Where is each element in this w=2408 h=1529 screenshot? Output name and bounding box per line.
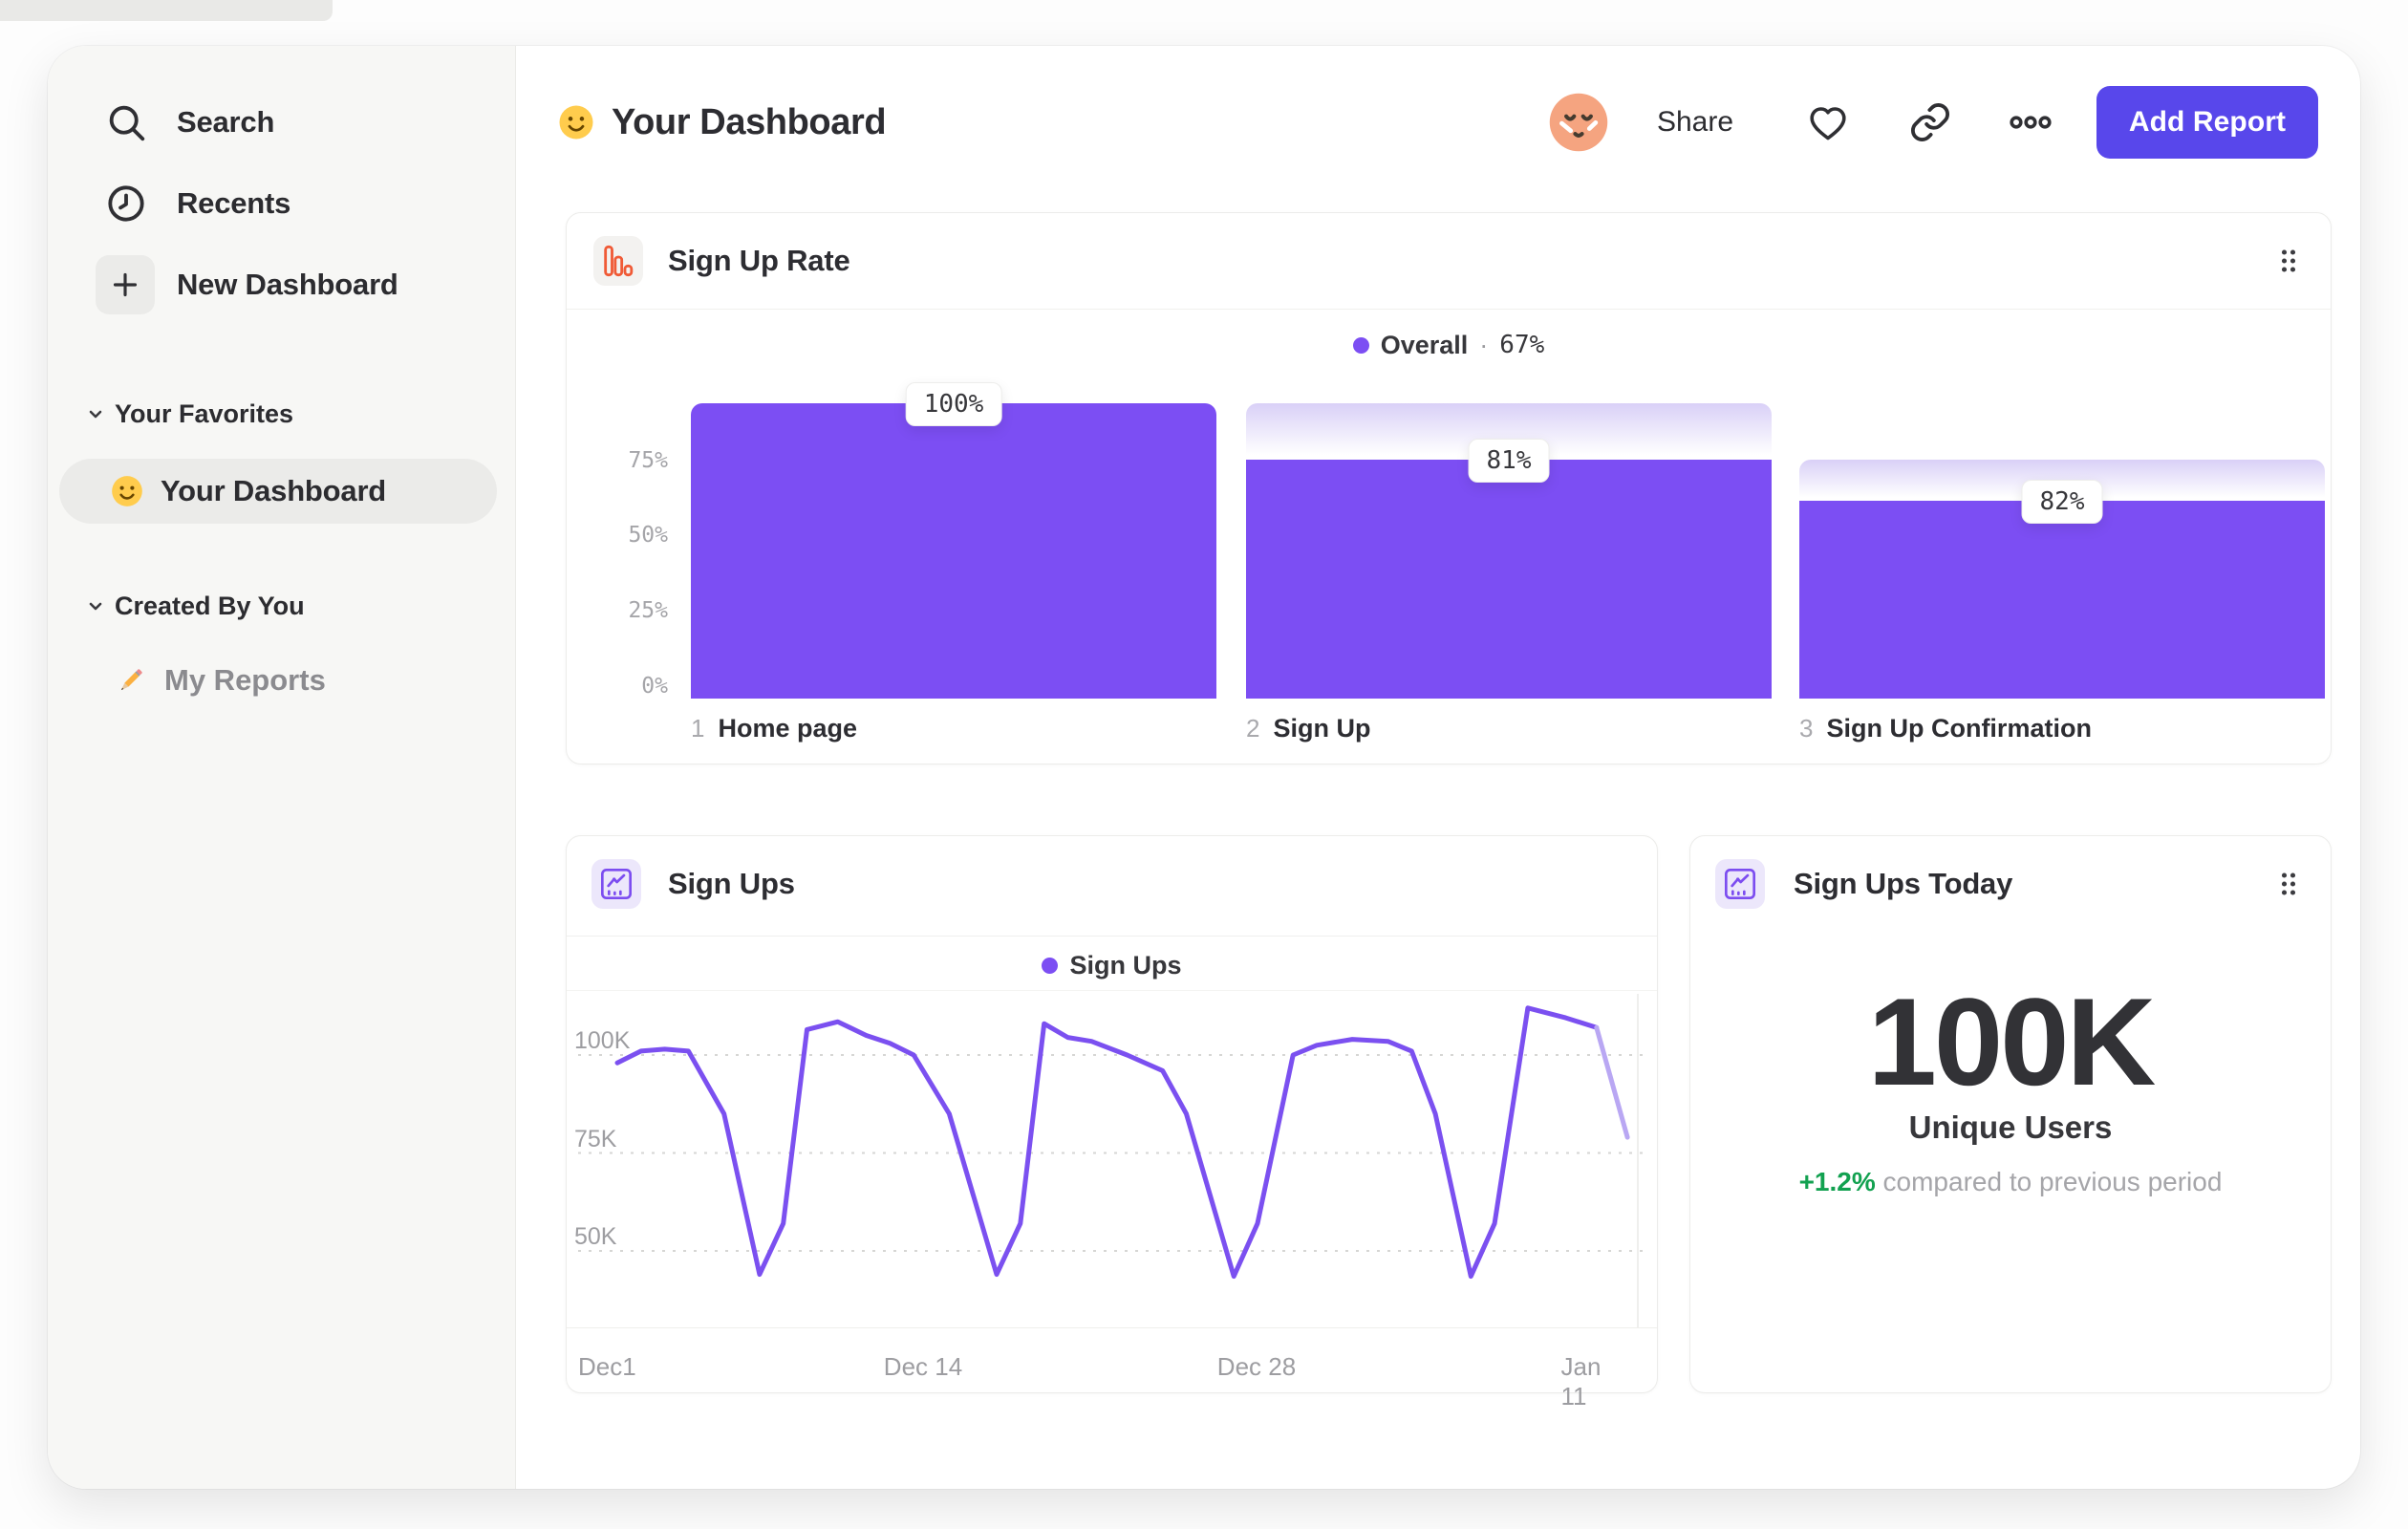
bar-chart-icon [593, 236, 643, 286]
card-title: Sign Ups Today [1794, 867, 2013, 900]
sidebar-section-label: Created By You [115, 591, 305, 620]
sidebar-section-created-by-you[interactable]: Created By You [48, 585, 516, 627]
x-axis-tick: Dec 14 [883, 1352, 963, 1381]
sidebar-item-recents[interactable]: Recents [48, 170, 516, 237]
avatar [1547, 91, 1610, 154]
card-title: Sign Up Rate [668, 244, 850, 277]
background-window-edge [0, 0, 333, 21]
copy-link-button[interactable] [1899, 91, 1962, 154]
funnel-tooltip: 82% [2021, 479, 2103, 524]
legend-separator: · [1479, 330, 1489, 359]
sidebar-item-your-dashboard[interactable]: Your Dashboard [59, 459, 497, 524]
card-sign-ups-today: Sign Ups Today 100K Unique Users +1.2% c… [1689, 835, 2332, 1393]
sidebar-item-label: New Dashboard [177, 268, 398, 301]
kpi-delta-badge: +1.2% [1798, 1167, 1876, 1196]
funnel-tooltip: 81% [1468, 438, 1550, 483]
step-label: Sign Up [1273, 714, 1371, 743]
search-icon [101, 97, 151, 147]
sidebar-section-label: Your Favorites [115, 398, 294, 428]
sidebar-item-search[interactable]: Search [48, 89, 516, 156]
x-axis-tick: Dec 28 [1216, 1352, 1297, 1381]
smiley-emoji-icon [556, 102, 596, 142]
x-axis-label: 2 Sign Up [1246, 714, 1370, 743]
kpi-delta-note: compared to previous period [1882, 1167, 2223, 1196]
ellipsis-icon [2008, 99, 2053, 145]
chevron-down-icon [84, 594, 107, 617]
sidebar-item-my-reports[interactable]: My Reports [48, 648, 516, 713]
link-icon [1908, 100, 1952, 144]
x-axis-tick: Jan 11 [1560, 1352, 1602, 1411]
pencil-emoji-icon [113, 664, 147, 699]
line-chart-icon [1715, 859, 1765, 909]
more-options-button[interactable] [1999, 91, 2062, 154]
y-axis-tick: 0% [641, 674, 668, 699]
sidebar: Search Recents New Dashboard Your Favori… [48, 46, 516, 1489]
step-number: 2 [1246, 714, 1260, 743]
favorite-heart-button[interactable] [1796, 91, 1860, 154]
plus-icon [96, 255, 155, 314]
page-title: Your Dashboard [612, 101, 887, 142]
share-button[interactable]: Share [1642, 91, 1749, 154]
chevron-down-icon [84, 402, 107, 425]
sidebar-section-your-favorites[interactable]: Your Favorites [48, 393, 516, 435]
add-report-button[interactable]: Add Report [2096, 86, 2318, 159]
sidebar-item-label: Search [177, 105, 275, 139]
x-axis-label: 1 Home page [691, 714, 857, 743]
user-avatar[interactable] [1547, 91, 1610, 154]
kpi-metric-label: Unique Users [1908, 1109, 2113, 1145]
legend-dot [1352, 336, 1369, 354]
y-axis-tick: 50% [628, 523, 668, 548]
sign-ups-line-chart[interactable] [567, 836, 1657, 1392]
legend-value: 67% [1499, 331, 1545, 359]
app-window: Search Recents New Dashboard Your Favori… [48, 46, 2360, 1489]
step-label: Sign Up Confirmation [1826, 714, 2092, 743]
kpi-value: 100K [1867, 972, 2157, 1111]
funnel-bar-home-page[interactable]: 100% [691, 382, 1216, 699]
kpi-delta-row: +1.2% compared to previous period [1690, 1167, 2331, 1197]
sidebar-item-label: Your Dashboard [161, 474, 387, 507]
funnel-bar-sign-up[interactable]: 81% [1246, 403, 1772, 699]
step-number: 1 [691, 714, 705, 743]
y-axis-tick: 25% [628, 598, 668, 623]
smiley-emoji-icon [109, 473, 145, 509]
card-sign-ups: Sign Ups Sign Ups 100K 75K 50K Dec1 Dec … [566, 835, 1658, 1411]
step-number: 3 [1799, 714, 1814, 743]
card-sign-up-rate: Sign Up Rate Overall · 67% 75% 50% 25% 0… [566, 212, 2332, 764]
sidebar-item-new-dashboard[interactable]: New Dashboard [48, 251, 516, 318]
line-series-incomplete-period [1594, 1024, 1630, 1140]
x-axis-line [567, 1327, 1657, 1328]
page-header: Your Dashboard [556, 86, 887, 159]
legend-label: Overall [1380, 330, 1469, 359]
drag-handle-icon[interactable] [2268, 238, 2310, 284]
y-axis-tick: 75% [628, 448, 668, 473]
clock-icon [101, 179, 151, 228]
sidebar-item-label: Recents [177, 186, 291, 220]
x-axis-tick: Dec1 [578, 1352, 636, 1381]
step-label: Home page [718, 714, 858, 743]
drag-handle-icon[interactable] [2268, 861, 2310, 907]
funnel-bar-solid [691, 403, 1216, 699]
line-series-sign-ups [614, 1005, 1600, 1280]
divider [567, 309, 2331, 310]
funnel-bar-sign-up-confirmation[interactable]: 82% [1799, 403, 2325, 699]
x-axis-label: 3 Sign Up Confirmation [1799, 714, 2092, 743]
funnel-tooltip: 100% [905, 382, 1002, 426]
sidebar-item-label: My Reports [164, 663, 326, 697]
funnel-bar-solid [1246, 459, 1772, 699]
legend-overall[interactable]: Overall · 67% [567, 320, 2331, 370]
heart-icon [1805, 99, 1851, 145]
funnel-bar-solid [1799, 500, 2325, 699]
